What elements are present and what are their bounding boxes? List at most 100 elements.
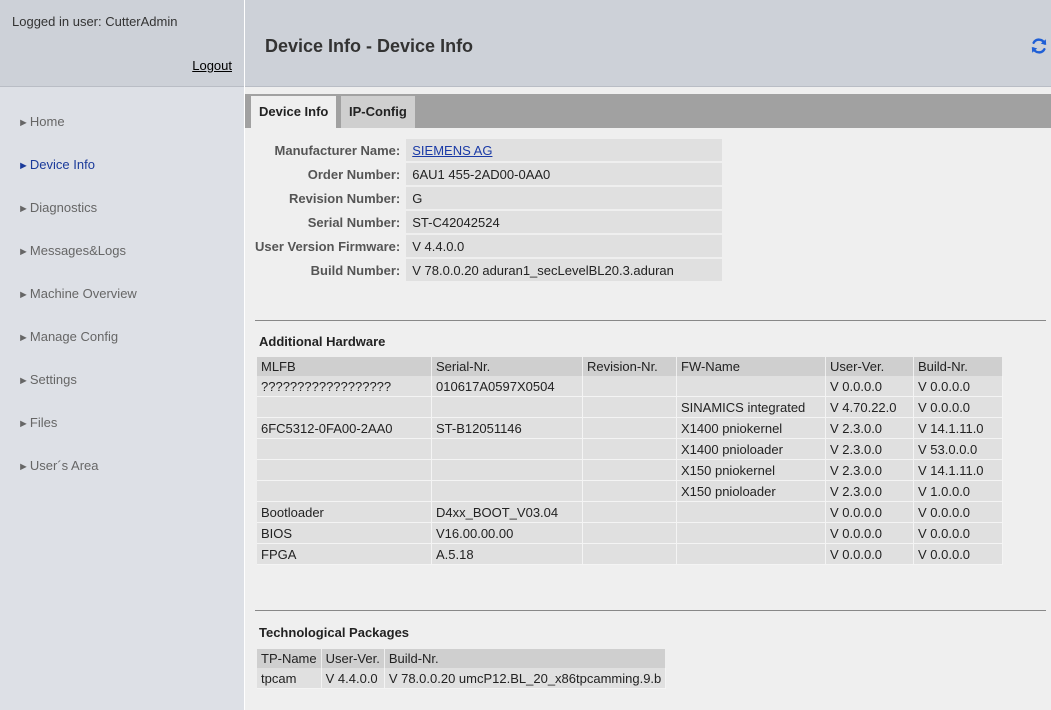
table-row: tpcam V 4.4.0.0 V 78.0.0.20 umcP12.BL_20_x… — [257, 668, 667, 689]
nav-item-label: Settings — [29, 372, 77, 387]
table-cell: V16.00.00.00 — [431, 522, 583, 544]
info-label: Build Number: — [310, 262, 401, 278]
main-content: Device Info IP-Config Manufacturer Name:… — [245, 87, 1051, 710]
table-cell: X150 pniokernel — [676, 459, 826, 481]
triangle-right-icon: ► — [18, 418, 29, 430]
info-row-order: Order Number: 6AU1 455-2AD00-0AA0 — [255, 163, 723, 185]
additional-hardware-title: Additional Hardware — [259, 334, 386, 349]
info-value: SIEMENS AG — [406, 139, 723, 161]
table-cell — [431, 438, 583, 460]
nav-item-users-area[interactable]: ►User´s Area — [0, 454, 244, 478]
logout-link[interactable]: Logout — [192, 58, 232, 73]
table-cell: V 0.0.0.0 — [825, 543, 914, 565]
page-header: Device Info - Device Info — [245, 0, 1051, 87]
column-header: TP-Name — [257, 649, 322, 668]
table-cell: V 0.0.0.0 — [825, 376, 914, 397]
logged-in-user-label: Logged in user: CutterAdmin — [12, 14, 178, 29]
nav-item-device-info[interactable]: ►Device Info — [0, 153, 244, 177]
table-cell — [676, 543, 826, 565]
table-cell: V 2.3.0.0 — [825, 459, 914, 481]
table-cell: Bootloader — [257, 501, 432, 523]
triangle-right-icon: ► — [18, 289, 29, 301]
table-cell: BIOS — [257, 522, 432, 544]
table-cell — [431, 459, 583, 481]
table-row: BIOS V16.00.00.00 V 0.0.0.0 V 0.0.0.0 — [257, 522, 1003, 544]
table-cell: V 0.0.0.0 — [913, 376, 1003, 397]
triangle-right-icon: ► — [18, 375, 29, 387]
table-cell: X150 pnioloader — [676, 480, 826, 502]
table-cell: V 14.1.11.0 — [913, 417, 1003, 439]
nav-item-label: Device Info — [29, 157, 95, 172]
table-cell: ?????????????????? — [257, 376, 432, 397]
table-cell: V 4.70.22.0 — [825, 396, 914, 418]
page-title: Device Info - Device Info — [265, 36, 474, 56]
tab-bar: Device Info IP-Config — [245, 94, 1051, 128]
table-cell — [676, 376, 826, 397]
info-label: Revision Number: — [288, 190, 401, 206]
table-cell — [431, 396, 583, 418]
column-header: User-Ver. — [825, 357, 914, 376]
tab-device-info[interactable]: Device Info — [251, 96, 337, 128]
table-cell — [582, 417, 677, 439]
table-cell: V 53.0.0.0 — [913, 438, 1003, 460]
table-cell: V 2.3.0.0 — [825, 438, 914, 460]
table-cell: V 0.0.0.0 — [913, 501, 1003, 523]
table-cell — [431, 480, 583, 502]
manufacturer-link[interactable]: SIEMENS AG — [412, 143, 492, 158]
table-cell — [582, 376, 677, 397]
table-row: X150 pnioloader V 2.3.0.0 V 1.0.0.0 — [257, 480, 1003, 502]
table-cell: X1400 pnioloader — [676, 438, 826, 460]
user-panel: Logged in user: CutterAdmin Logout — [0, 0, 244, 87]
refresh-icon[interactable] — [1029, 36, 1049, 56]
table-cell: V 2.3.0.0 — [825, 480, 914, 502]
column-header: FW-Name — [676, 357, 826, 376]
table-cell: V 78.0.0.20 umcP12.BL_20_x86tpcamming.9.… — [384, 668, 667, 689]
nav-item-machine-overview[interactable]: ►Machine Overview — [0, 282, 244, 306]
table-row: Bootloader D4xx_BOOT_V03.04 V 0.0.0.0 V 0.0… — [257, 501, 1003, 523]
triangle-right-icon: ► — [18, 117, 29, 129]
info-value: ST-C42042524 — [406, 211, 723, 233]
table-row: 6FC5312-0FA00-2AA0 ST-B12051146 X1400 pnio… — [257, 417, 1003, 439]
table-cell: 010617A0597X0504 — [431, 376, 583, 397]
triangle-right-icon: ► — [18, 461, 29, 473]
info-label: Manufacturer Name: — [274, 142, 401, 158]
table-header-row: MLFB Serial-Nr. Revision-Nr. FW-Name User-Ve… — [257, 357, 1003, 376]
nav-item-label: Files — [29, 415, 58, 430]
table-cell — [582, 438, 677, 460]
nav-item-label: User´s Area — [29, 458, 99, 473]
nav-item-label: Home — [29, 114, 65, 129]
nav-item-home[interactable]: ►Home — [0, 110, 244, 134]
info-label: Order Number: — [307, 166, 401, 182]
table-cell — [582, 543, 677, 565]
table-cell: V 4.4.0.0 — [321, 668, 385, 689]
column-header: Revision-Nr. — [582, 357, 677, 376]
technological-packages-table: TP-Name User-Ver. Build-Nr. tpcam V 4.4.0.0… — [257, 649, 667, 689]
table-cell: V 1.0.0.0 — [913, 480, 1003, 502]
table-row: X150 pniokernel V 2.3.0.0 V 14.1.11.0 — [257, 459, 1003, 481]
triangle-right-icon: ► — [18, 203, 29, 215]
info-value: V 4.4.0.0 — [406, 235, 723, 257]
nav-item-label: Manage Config — [29, 329, 119, 344]
technological-packages-title: Technological Packages — [259, 625, 410, 640]
nav-item-settings[interactable]: ►Settings — [0, 368, 244, 392]
table-cell: V 0.0.0.0 — [825, 501, 914, 523]
nav-item-messages-logs[interactable]: ►Messages&Logs — [0, 239, 244, 263]
tab-ip-config[interactable]: IP-Config — [341, 96, 415, 128]
nav-item-files[interactable]: ►Files — [0, 411, 244, 435]
nav-item-manage-config[interactable]: ►Manage Config — [0, 325, 244, 349]
triangle-right-icon: ► — [18, 332, 29, 344]
triangle-right-icon: ► — [18, 246, 29, 258]
table-row: X1400 pnioloader V 2.3.0.0 V 53.0.0.0 — [257, 438, 1003, 460]
table-cell — [676, 522, 826, 544]
table-cell: V 2.3.0.0 — [825, 417, 914, 439]
column-header: Serial-Nr. — [431, 357, 583, 376]
table-cell: X1400 pniokernel — [676, 417, 826, 439]
table-cell: SINAMICS integrated — [676, 396, 826, 418]
column-header: Build-Nr. — [384, 649, 667, 668]
table-cell: V 0.0.0.0 — [913, 522, 1003, 544]
table-cell: V 0.0.0.0 — [825, 522, 914, 544]
info-value: G — [406, 187, 723, 209]
info-value: 6AU1 455-2AD00-0AA0 — [406, 163, 723, 185]
nav-item-diagnostics[interactable]: ►Diagnostics — [0, 196, 244, 220]
nav-item-label: Machine Overview — [29, 286, 137, 301]
